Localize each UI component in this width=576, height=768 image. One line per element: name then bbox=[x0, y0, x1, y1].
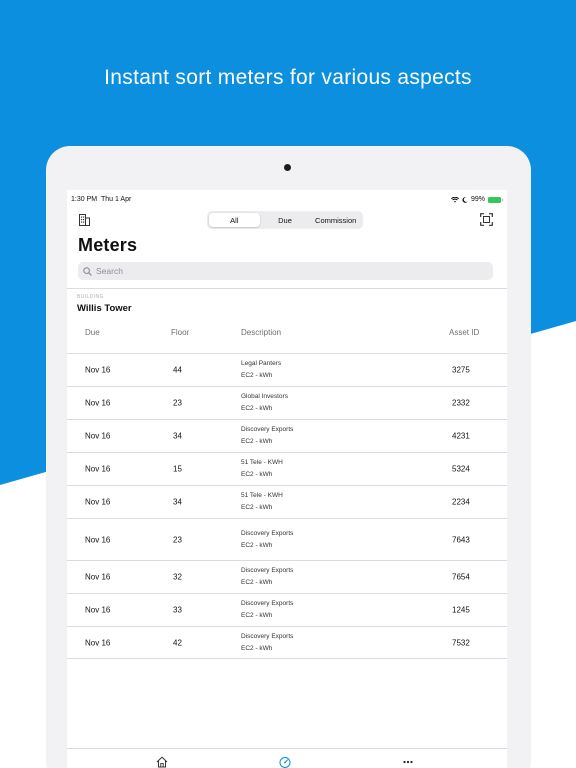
row-floor: 42 bbox=[173, 638, 182, 647]
row-description-unit: EC2 - kWh bbox=[241, 372, 273, 379]
table-row[interactable]: Nov 16 23 Global Investors EC2 - kWh 2332 bbox=[67, 386, 507, 419]
row-description-title: Discovery Exports bbox=[241, 567, 294, 574]
row-due: Nov 16 bbox=[85, 535, 111, 544]
battery-icon bbox=[488, 196, 503, 203]
row-description-unit: EC2 - kWh bbox=[241, 579, 273, 586]
row-due: Nov 16 bbox=[85, 464, 111, 474]
row-description-title: Legal Panters bbox=[241, 360, 282, 367]
row-asset-id: 7654 bbox=[452, 572, 470, 582]
row-floor: 44 bbox=[173, 365, 182, 375]
scan-icon[interactable] bbox=[480, 213, 493, 226]
row-due: Nov 16 bbox=[85, 497, 111, 507]
row-description-title: Discovery Exports bbox=[241, 529, 294, 537]
row-floor: 33 bbox=[173, 605, 182, 615]
row-asset-id: 1245 bbox=[452, 605, 470, 615]
row-description-unit: EC2 - kWh bbox=[241, 612, 273, 619]
building-icon[interactable] bbox=[79, 214, 90, 226]
row-description: Discovery Exports EC2 - kWh bbox=[241, 565, 293, 589]
table-row[interactable]: Nov 16 32 Discovery Exports EC2 - kWh 765… bbox=[67, 560, 507, 593]
gauge-icon[interactable] bbox=[279, 756, 291, 768]
row-asset-id: 7643 bbox=[452, 535, 470, 544]
battery-percent: 99% bbox=[470, 196, 485, 203]
segment-due[interactable]: Due bbox=[260, 213, 311, 227]
row-description: 51 Tele - KWH EC2 - kWh bbox=[241, 457, 283, 481]
row-asset-id: 4231 bbox=[452, 431, 470, 441]
row-asset-id: 3275 bbox=[452, 365, 470, 375]
table-header: Due Floor Description Asset ID bbox=[67, 328, 507, 340]
row-description-unit: EC2 - kWh bbox=[241, 438, 273, 445]
row-floor: 34 bbox=[173, 497, 182, 507]
column-header-description[interactable]: Description bbox=[241, 328, 281, 337]
page-title: Meters bbox=[78, 235, 138, 255]
row-floor: 23 bbox=[173, 535, 182, 544]
status-time: 1:30 PM Thu 1 Apr bbox=[71, 196, 131, 203]
row-description-unit: EC2 - kWh bbox=[241, 471, 273, 478]
row-due: Nov 16 bbox=[85, 431, 111, 441]
wifi-icon bbox=[450, 196, 459, 203]
row-description-title: Discovery Exports bbox=[241, 632, 294, 640]
row-description-title: Discovery Exports bbox=[241, 600, 294, 607]
status-right: 99% bbox=[450, 196, 503, 203]
table-row[interactable]: Nov 16 44 Legal Panters EC2 - kWh 3275 bbox=[67, 353, 507, 386]
row-asset-id: 2234 bbox=[452, 497, 470, 507]
row-description-unit: EC2 - kWh bbox=[241, 504, 273, 511]
row-due: Nov 16 bbox=[85, 398, 111, 408]
row-description: Discovery Exports EC2 - kWh bbox=[241, 424, 293, 448]
table-row[interactable]: Nov 16 33 Discovery Exports EC2 - kWh 124… bbox=[67, 593, 507, 626]
row-description: Legal Panters EC2 - kWh bbox=[241, 358, 281, 382]
building-label: BUILDING bbox=[77, 294, 104, 300]
row-description-unit: EC2 - kWh bbox=[241, 541, 273, 549]
row-description: Discovery Exports EC2 - kWh bbox=[241, 631, 293, 655]
home-icon[interactable] bbox=[156, 756, 168, 768]
column-header-asset-id[interactable]: Asset ID bbox=[449, 328, 479, 337]
row-due: Nov 16 bbox=[85, 365, 111, 375]
row-description: Discovery Exports EC2 - kWh bbox=[241, 528, 293, 552]
column-header-floor[interactable]: Floor bbox=[171, 328, 189, 337]
table-row[interactable]: Nov 16 23 Discovery Exports EC2 - kWh 764… bbox=[67, 518, 507, 560]
search-icon bbox=[83, 266, 92, 276]
segment-all[interactable]: All bbox=[209, 213, 260, 227]
search-input[interactable]: Search bbox=[78, 262, 493, 280]
camera-dot bbox=[284, 164, 291, 171]
column-header-due[interactable]: Due bbox=[85, 328, 100, 337]
row-description-unit: EC2 - kWh bbox=[241, 405, 273, 412]
app-screen: 1:30 PM Thu 1 Apr 99% All Due Commission… bbox=[67, 190, 507, 768]
row-floor: 34 bbox=[173, 431, 182, 441]
row-floor: 23 bbox=[173, 398, 182, 408]
row-description: Global Investors EC2 - kWh bbox=[241, 391, 288, 415]
status-date-text: Thu 1 Apr bbox=[100, 196, 132, 203]
divider bbox=[67, 288, 507, 289]
table-row[interactable]: Nov 16 42 Discovery Exports EC2 - kWh 753… bbox=[67, 626, 507, 659]
row-asset-id: 2332 bbox=[452, 398, 470, 408]
filter-segmented-control: All Due Commission bbox=[207, 211, 363, 229]
segment-commission[interactable]: Commission bbox=[310, 213, 361, 227]
moon-icon bbox=[462, 196, 468, 203]
row-description-title: 51 Tele - KWH bbox=[241, 459, 283, 466]
row-due: Nov 16 bbox=[85, 572, 111, 582]
row-due: Nov 16 bbox=[85, 605, 111, 615]
row-description-title: Discovery Exports bbox=[241, 426, 294, 433]
table-row[interactable]: Nov 16 34 Discovery Exports EC2 - kWh 423… bbox=[67, 419, 507, 452]
status-time-text: 1:30 PM bbox=[71, 196, 98, 203]
meters-table: Nov 16 44 Legal Panters EC2 - kWh 3275 No… bbox=[67, 353, 507, 659]
row-asset-id: 5324 bbox=[452, 464, 470, 474]
row-description: Discovery Exports EC2 - kWh bbox=[241, 598, 293, 622]
more-icon[interactable] bbox=[402, 756, 414, 768]
row-description-title: 51 Tele - KWH bbox=[241, 492, 283, 499]
headline: Instant sort meters for various aspects bbox=[104, 66, 472, 89]
row-asset-id: 7532 bbox=[452, 638, 470, 647]
table-row[interactable]: Nov 16 15 51 Tele - KWH EC2 - kWh 5324 bbox=[67, 452, 507, 485]
search-placeholder: Search bbox=[96, 266, 123, 276]
row-description-title: Global Investors bbox=[241, 393, 288, 400]
status-bar: 1:30 PM Thu 1 Apr 99% bbox=[67, 196, 507, 206]
row-floor: 32 bbox=[173, 572, 182, 582]
building-name[interactable]: Willis Tower bbox=[77, 303, 132, 314]
tab-bar-divider bbox=[67, 748, 507, 749]
row-description-unit: EC2 - kWh bbox=[241, 644, 273, 652]
row-description: 51 Tele - KWH EC2 - kWh bbox=[241, 490, 283, 514]
table-row[interactable]: Nov 16 34 51 Tele - KWH EC2 - kWh 2234 bbox=[67, 485, 507, 518]
row-due: Nov 16 bbox=[85, 638, 111, 647]
row-floor: 15 bbox=[173, 464, 182, 474]
